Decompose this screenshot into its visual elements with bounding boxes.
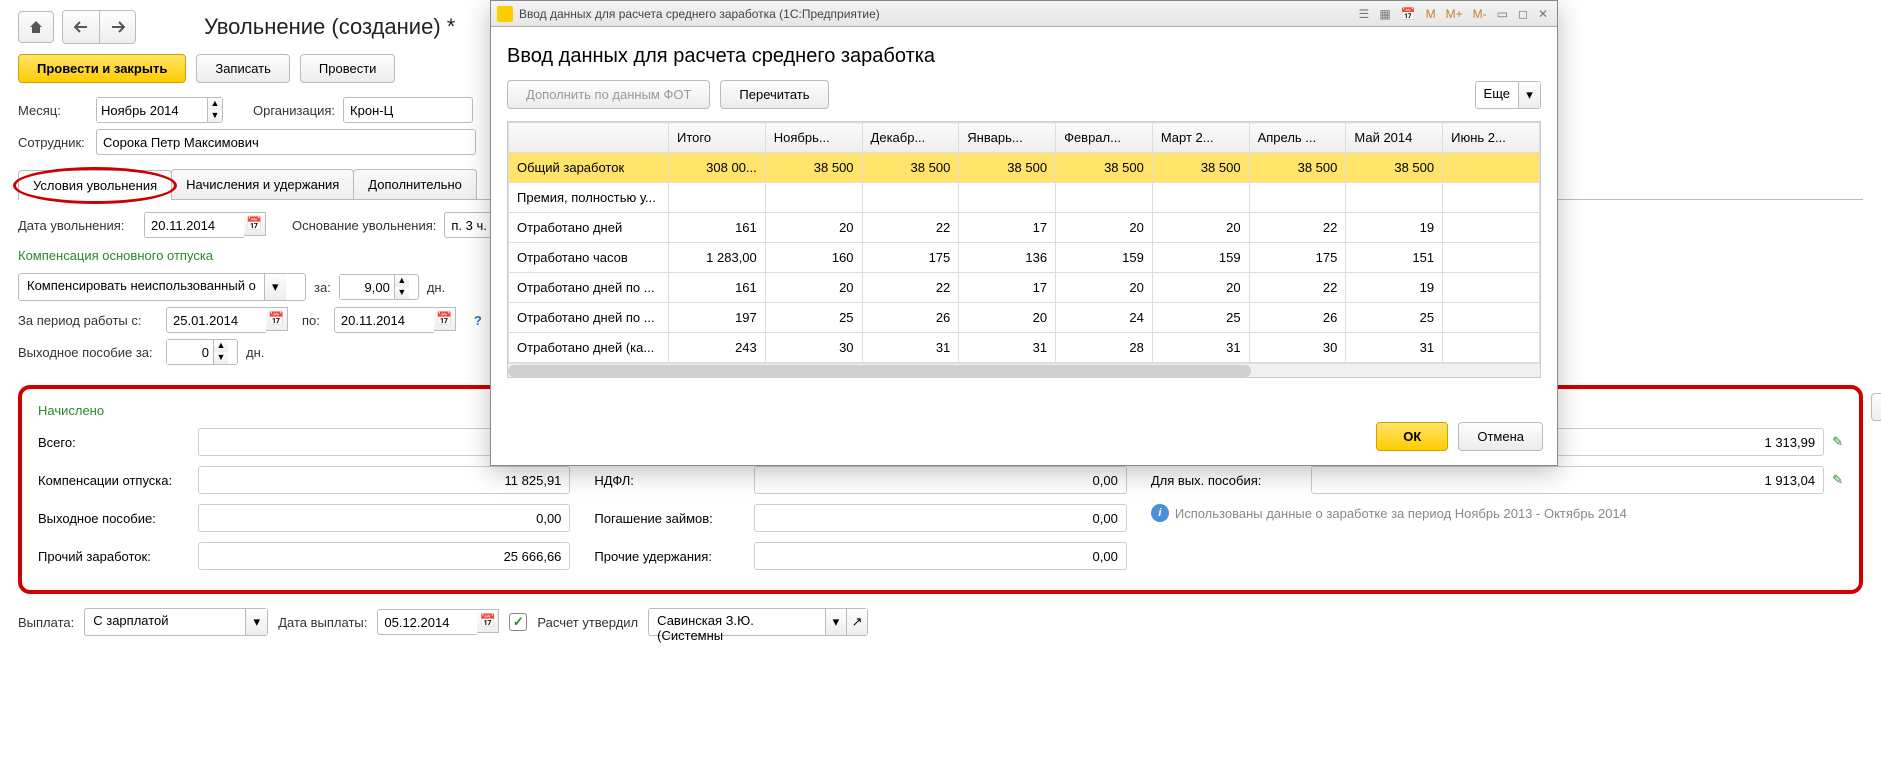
dismissal-date-input[interactable] xyxy=(144,212,244,238)
table-header[interactable]: Феврал... xyxy=(1056,123,1153,153)
tb-icon-3[interactable]: 📅 xyxy=(1398,7,1419,21)
avg-earnings-modal: Ввод данных для расчета среднего заработ… xyxy=(490,0,1558,466)
table-header[interactable]: Апрель ... xyxy=(1249,123,1346,153)
table-header[interactable]: Март 2... xyxy=(1152,123,1249,153)
close-icon[interactable]: ✕ xyxy=(1535,7,1551,21)
table-header[interactable]: Итого xyxy=(669,123,766,153)
paydate-label: Дата выплаты: xyxy=(278,615,367,630)
approved-checkbox[interactable]: ✓ xyxy=(509,613,527,631)
maximize-icon[interactable]: ◻ xyxy=(1515,7,1531,21)
employee-label: Сотрудник: xyxy=(18,135,88,150)
page-title: Увольнение (создание) * xyxy=(204,14,455,40)
comp-days-input[interactable]: ▲▼ xyxy=(339,274,419,300)
nav-back-button[interactable] xyxy=(63,11,99,43)
employee-input[interactable] xyxy=(96,129,476,155)
modal-titlebar-text: Ввод данных для расчета среднего заработ… xyxy=(519,7,1350,21)
table-header[interactable] xyxy=(509,123,669,153)
table-header[interactable]: Ноябрь... xyxy=(765,123,862,153)
accrued-other[interactable] xyxy=(198,542,570,570)
withheld-other[interactable] xyxy=(754,542,1126,570)
severance-label: Выходное пособие за: xyxy=(18,345,158,360)
tab-accruals[interactable]: Начисления и удержания xyxy=(171,169,354,199)
pay-mode-select[interactable]: С зарплатой ▾ xyxy=(84,608,268,636)
approved-by-select[interactable]: Савинская З.Ю. (Системны ▾ ↗ xyxy=(648,608,868,636)
home-button[interactable] xyxy=(18,11,54,43)
tb-m[interactable]: M xyxy=(1423,7,1439,21)
pencil-icon[interactable]: ✎ xyxy=(1824,472,1843,488)
period-from-input[interactable] xyxy=(166,307,266,333)
info-icon: i xyxy=(1151,504,1169,522)
withheld-loan[interactable] xyxy=(754,504,1126,532)
minimize-icon[interactable]: ▭ xyxy=(1494,7,1511,21)
horizontal-scrollbar[interactable] xyxy=(508,363,1540,377)
month-label: Месяц: xyxy=(18,103,88,118)
paydate-input[interactable] xyxy=(377,609,477,635)
calendar-icon[interactable]: 📅 xyxy=(477,609,499,633)
approved-label: Расчет утвердил xyxy=(537,615,638,630)
table-row[interactable]: Отработано дней (ка...24330313128313031 xyxy=(509,333,1540,363)
help-icon[interactable]: ? xyxy=(474,313,482,328)
chevron-down-icon[interactable]: ▾ xyxy=(245,609,267,635)
table-row[interactable]: Отработано дней по ...19725262024252625 xyxy=(509,303,1540,333)
table-row[interactable]: Отработано дней16120221720202219 xyxy=(509,213,1540,243)
fill-fot-button[interactable]: Дополнить по данным ФОТ xyxy=(507,80,710,109)
cancel-button[interactable]: Отмена xyxy=(1458,422,1543,451)
tab-conditions[interactable]: Условия увольнения xyxy=(18,170,172,200)
chevron-down-icon[interactable]: ▾ xyxy=(825,609,846,635)
avg-sev[interactable] xyxy=(1311,466,1824,494)
app-icon xyxy=(497,6,513,22)
table-row[interactable]: Отработано дней по ...16120221720202219 xyxy=(509,273,1540,303)
post-button[interactable]: Провести xyxy=(300,54,396,83)
pencil-icon[interactable]: ✎ xyxy=(1824,434,1843,450)
withheld-ndfl[interactable] xyxy=(754,466,1126,494)
calendar-icon[interactable]: 📅 xyxy=(434,307,456,331)
table-header[interactable]: Январь... xyxy=(959,123,1056,153)
step-up-icon[interactable]: ▲ xyxy=(208,98,222,110)
refresh-button[interactable] xyxy=(1871,393,1881,421)
ok-button[interactable]: ОК xyxy=(1376,422,1448,451)
org-label: Организация: xyxy=(253,103,335,118)
tb-mminus[interactable]: M- xyxy=(1470,7,1490,21)
month-input[interactable]: ▲▼ xyxy=(96,97,223,123)
table-header[interactable]: Декабр... xyxy=(862,123,959,153)
severance-days-input[interactable]: ▲▼ xyxy=(166,339,238,365)
earnings-table[interactable]: ИтогоНоябрь...Декабр...Январь...Феврал..… xyxy=(508,122,1540,363)
nav-forward-button[interactable] xyxy=(99,11,135,43)
calendar-icon[interactable]: 📅 xyxy=(266,307,288,331)
table-row[interactable]: Общий заработок308 00...38 50038 50038 5… xyxy=(509,153,1540,183)
tb-mplus[interactable]: M+ xyxy=(1443,7,1466,21)
table-row[interactable]: Премия, полностью у... xyxy=(509,183,1540,213)
tb-icon-2[interactable]: ▦ xyxy=(1376,7,1393,21)
dismissal-basis-label: Основание увольнения: xyxy=(292,218,436,233)
reread-button[interactable]: Перечитать xyxy=(720,80,828,109)
more-button[interactable]: Еще ▾ xyxy=(1475,81,1541,109)
open-icon[interactable]: ↗ xyxy=(846,609,867,635)
pay-label: Выплата: xyxy=(18,615,74,630)
table-header[interactable]: Июнь 2... xyxy=(1443,123,1540,153)
accrued-comp[interactable] xyxy=(198,466,570,494)
dismissal-date-label: Дата увольнения: xyxy=(18,218,136,233)
avg-note: i Использованы данные о заработке за пер… xyxy=(1151,504,1843,522)
tb-icon-1[interactable]: ☰ xyxy=(1356,7,1373,21)
accrued-sev[interactable] xyxy=(198,504,570,532)
po-label: по: xyxy=(302,313,320,328)
modal-title: Ввод данных для расчета среднего заработ… xyxy=(507,45,1541,68)
chevron-down-icon[interactable]: ▾ xyxy=(1518,82,1540,108)
period-to-input[interactable] xyxy=(334,307,434,333)
calendar-icon[interactable]: 📅 xyxy=(244,212,266,236)
za-label: за: xyxy=(314,280,331,295)
table-row[interactable]: Отработано часов1 283,001601751361591591… xyxy=(509,243,1540,273)
save-button[interactable]: Записать xyxy=(196,54,290,83)
step-down-icon[interactable]: ▼ xyxy=(208,110,222,122)
period-label: За период работы с: xyxy=(18,313,158,328)
chevron-down-icon[interactable]: ▾ xyxy=(264,274,286,300)
org-input[interactable] xyxy=(343,97,473,123)
post-and-close-button[interactable]: Провести и закрыть xyxy=(18,54,186,83)
dn-label: дн. xyxy=(427,280,445,295)
table-header[interactable]: Май 2014 xyxy=(1346,123,1443,153)
compensation-mode-select[interactable]: Компенсировать неиспользованный о ▾ xyxy=(18,273,306,301)
tab-additional[interactable]: Дополнительно xyxy=(353,169,477,199)
